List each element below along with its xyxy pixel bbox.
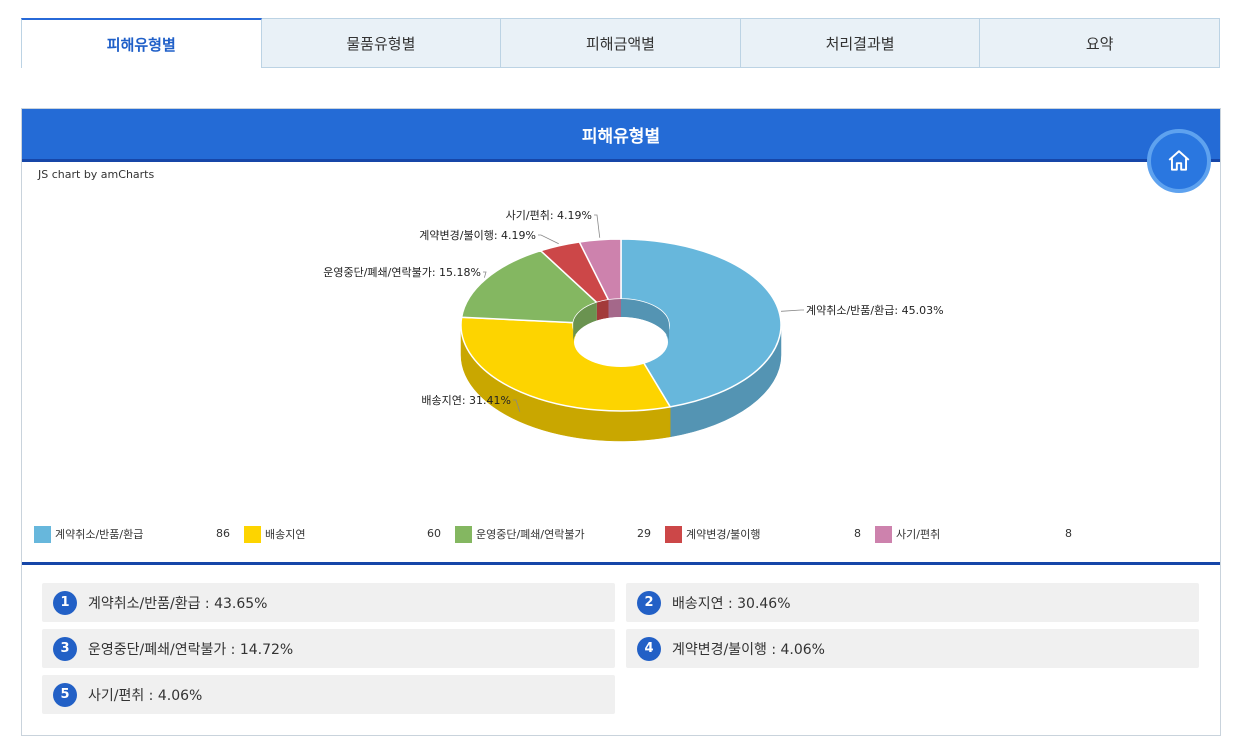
pie-label-line bbox=[594, 214, 601, 238]
legend-value: 60 bbox=[427, 527, 441, 540]
legend-label: 사기/편취 bbox=[896, 528, 941, 541]
legend-label: 계약변경/불이행 bbox=[686, 528, 761, 541]
pie-hole bbox=[574, 317, 668, 367]
legend-swatch bbox=[665, 525, 682, 543]
tab-damage-type[interactable]: 피해유형별 bbox=[21, 18, 262, 68]
pie-label-line bbox=[781, 309, 804, 312]
pie-inner bbox=[573, 299, 669, 367]
legend-item[interactable]: 계약변경/불이행 bbox=[665, 525, 761, 543]
summary-number: 1 bbox=[53, 590, 77, 615]
pie-slice-inner bbox=[596, 299, 609, 321]
pie-chart: 계약취소/반품/환급: 45.03% 배송지연: 31.41% 운영중단/폐쇄/연락… bbox=[22, 179, 1222, 509]
tab-damage-amount[interactable]: 피해금액별 bbox=[501, 18, 741, 68]
pie-label-line bbox=[483, 271, 487, 278]
legend-label: 배송지연 bbox=[265, 528, 306, 541]
legend-item[interactable]: 배송지연 bbox=[244, 525, 305, 543]
legend-value: 8 bbox=[1065, 527, 1072, 540]
pie-label-line bbox=[538, 234, 559, 245]
tab-product-type[interactable]: 물품유형별 bbox=[261, 18, 502, 68]
summary-number: 2 bbox=[637, 590, 661, 615]
legend-item[interactable]: 사기/편취 bbox=[875, 525, 940, 543]
pie-data-label: 배송지연: 31.41% bbox=[421, 394, 511, 407]
legend-item[interactable]: 운영중단/폐쇄/연락불가 bbox=[455, 525, 585, 543]
summary-item: 4 계약변경/불이행 : 4.06% bbox=[626, 629, 1199, 668]
panel-header: 피해유형별 bbox=[22, 109, 1220, 162]
legend-value: 29 bbox=[637, 527, 651, 540]
legend-value: 86 bbox=[216, 527, 230, 540]
pie-data-label: 사기/편취: 4.19% bbox=[506, 209, 592, 222]
legend-item[interactable]: 계약취소/반품/환급 bbox=[34, 525, 143, 543]
summary-item: 5 사기/편취 : 4.06% bbox=[42, 675, 615, 714]
summary-number: 3 bbox=[53, 636, 77, 661]
legend-label: 계약취소/반품/환급 bbox=[55, 528, 144, 541]
summary-text: 계약취소/반품/환급 : 43.65% bbox=[88, 595, 268, 612]
summary-text: 운영중단/폐쇄/연락불가 : 14.72% bbox=[88, 641, 294, 658]
summary-item: 3 운영중단/폐쇄/연락불가 : 14.72% bbox=[42, 629, 615, 668]
legend-swatch bbox=[244, 525, 261, 543]
summary-number: 4 bbox=[637, 636, 661, 661]
divider bbox=[22, 562, 1220, 565]
panel-title: 피해유형별 bbox=[581, 126, 661, 147]
pie-chart-svg: 계약취소/반품/환급: 45.03% 배송지연: 31.41% 운영중단/폐쇄/연락… bbox=[323, 209, 944, 442]
legend-swatch bbox=[34, 525, 51, 543]
legend-swatch bbox=[875, 525, 892, 543]
legend-swatch bbox=[455, 525, 472, 543]
pie-data-label: 운영중단/폐쇄/연락불가: 15.18% bbox=[323, 266, 481, 279]
tab-result[interactable]: 처리결과별 bbox=[740, 18, 981, 68]
home-icon bbox=[1168, 150, 1190, 171]
chart-panel: 피해유형별 JS chart by amCharts 계약취소/반품/환급: 4… bbox=[21, 108, 1221, 736]
pie-data-label: 계약취소/반품/환급: 45.03% bbox=[806, 303, 944, 317]
summary-item: 1 계약취소/반품/환급 : 43.65% bbox=[42, 583, 615, 622]
tab-summary[interactable]: 요약 bbox=[980, 18, 1220, 68]
summary-item: 2 배송지연 : 30.46% bbox=[626, 583, 1199, 622]
legend-value: 8 bbox=[854, 527, 861, 540]
summary-text: 배송지연 : 30.46% bbox=[672, 595, 791, 612]
legend-label: 운영중단/폐쇄/연락불가 bbox=[476, 528, 585, 541]
pie-slice-inner bbox=[608, 299, 621, 318]
summary-number: 5 bbox=[53, 682, 77, 707]
summary-text: 사기/편취 : 4.06% bbox=[88, 687, 203, 704]
chart-legend: 계약취소/반품/환급 86 배송지연 60 운영중단/폐쇄/연락불가 29 계약… bbox=[34, 525, 1214, 545]
tab-bar: 피해유형별 물품유형별 피해금액별 처리결과별 요약 bbox=[21, 18, 1220, 68]
summary-text: 계약변경/불이행 : 4.06% bbox=[672, 641, 825, 658]
pie-data-label: 계약변경/불이행: 4.19% bbox=[419, 228, 536, 242]
